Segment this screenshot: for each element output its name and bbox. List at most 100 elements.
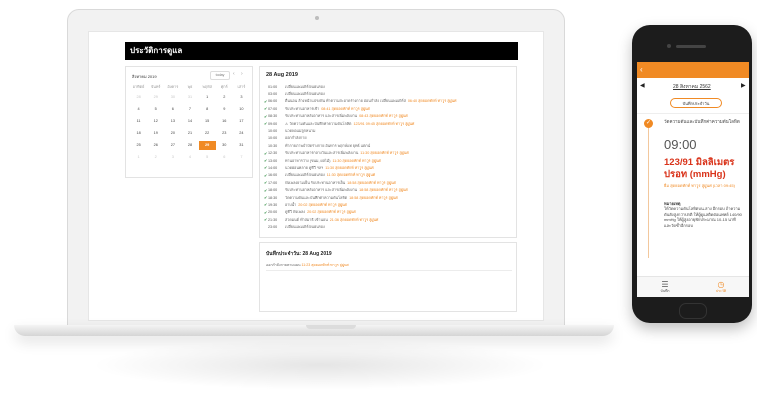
weekday-label: อาทิตย์ xyxy=(132,85,145,89)
timeline-row[interactable]: ✔ 18:00 รับประทานยาหลังอาหาร และสารเพิ่มพล… xyxy=(264,186,514,193)
timeline-time: 18:30 xyxy=(268,195,278,200)
calendar-day[interactable]: 28 xyxy=(181,141,198,150)
calendar-day[interactable]: 20 xyxy=(164,129,181,138)
calendar-day[interactable]: 15 xyxy=(199,117,216,126)
calendar-day[interactable]: 13 xyxy=(164,117,181,126)
calendar-day[interactable]: 7 xyxy=(181,105,198,114)
tab-record[interactable]: ☰ บันทึก xyxy=(645,280,685,294)
calendar-day[interactable]: 7 xyxy=(233,153,250,162)
calendar-day[interactable]: 22 xyxy=(199,129,216,138)
calendar-day[interactable]: 5 xyxy=(199,153,216,162)
calendar-day[interactable]: 6 xyxy=(216,153,233,162)
calendar-day[interactable]: 5 xyxy=(147,105,164,114)
phone-date[interactable]: 28 สิงหาคม 2562 xyxy=(673,83,711,91)
laptop-screen: ประวัติการดูแล สิงหาคม 2019 today ‹ › อา… xyxy=(88,31,544,321)
calendar-day[interactable]: 18 xyxy=(130,129,147,138)
timeline-time: 17:00 xyxy=(268,180,278,185)
timeline-row[interactable]: 03:00 เปลี่ยนแพมเพิร์ส/แผ่นรอง xyxy=(264,90,514,97)
timeline-row[interactable]: ✔ 20:00 ดูทีวี ฟังเพลง 20:02 สุดยอดทักท์ ทา… xyxy=(264,209,514,216)
weekday-label: พฤหัส xyxy=(202,85,212,89)
timeline-row[interactable]: ✔ 21:30 สวดมนต์ ทำสมาธิ เข้านอน 21:36 สุดยอ… xyxy=(264,216,514,223)
calendar-day[interactable]: 4 xyxy=(130,105,147,114)
calendar-day[interactable]: 21 xyxy=(181,129,198,138)
timeline-row[interactable]: ✔ 06:00 ตื่นนอน ล้างหน้าแปรงฟัน ทำความสะอา… xyxy=(264,98,514,105)
speaker-icon xyxy=(676,45,706,48)
timeline-time: 08:30 xyxy=(268,114,278,119)
timeline-row[interactable]: ✔ 07:00 รับประทานอาหารเช้า 08:41 สุดยอดทักท… xyxy=(264,105,514,112)
calendar-day[interactable]: 10 xyxy=(233,105,250,114)
timeline-note: 18:58 สุดยอดทักท์ ทาวูร ลู่ผูุ่นศ xyxy=(347,180,396,185)
calendar-day[interactable]: 17 xyxy=(233,117,250,126)
phone-top-bar: ‹ xyxy=(637,62,749,78)
timeline-row[interactable]: ✔ 16:00 เปลี่ยนแพมเพิร์ส/แผ่นรอง 11:30 สุดย… xyxy=(264,172,514,179)
calendar-day[interactable]: 24 xyxy=(233,129,250,138)
calendar-day[interactable]: 23 xyxy=(216,129,233,138)
back-icon[interactable]: ‹ xyxy=(640,65,643,74)
timeline-time: 13:00 xyxy=(268,158,278,163)
timeline-time: 10:00 xyxy=(268,136,278,141)
weekday-label: เสาร์ xyxy=(237,85,246,89)
timeline-row[interactable]: 10:30 ทำกายภาพบำบัดร่างกาย อันทาร พฤกษ์แท… xyxy=(264,142,514,149)
calendar-day[interactable]: 28 xyxy=(130,93,147,102)
calendar-day[interactable]: 16 xyxy=(216,117,233,126)
timeline-row[interactable]: 01:00 เปลี่ยนแพมเพิร์ส/แผ่นรอง xyxy=(264,83,514,90)
timeline-task: ตื่นนอน ล้างหน้าแปรงฟัน ทำความสะอาดร่างก… xyxy=(285,99,406,104)
calendar-day[interactable]: 4 xyxy=(181,153,198,162)
calendar-day[interactable]: 8 xyxy=(199,105,216,114)
blood-pressure-value: 123/91 มิลลิเมตรปรอท (mmHg) xyxy=(664,157,735,180)
calendar-day[interactable]: 1 xyxy=(130,153,147,162)
calendar-day[interactable]: 31 xyxy=(181,93,198,102)
calendar-day[interactable]: 19 xyxy=(147,129,164,138)
calendar-day[interactable]: 11 xyxy=(130,117,147,126)
calendar-day[interactable]: 27 xyxy=(164,141,181,150)
today-button[interactable]: today xyxy=(210,71,230,80)
calendar-day[interactable]: 6 xyxy=(164,105,181,114)
tab-bar: ☰ บันทึก ◷ ประวัติ xyxy=(637,276,749,297)
timeline-task: วัดความดันและบันทึกค่าความดันโลหิต xyxy=(285,195,348,200)
timeline-time: 16:00 xyxy=(268,173,278,178)
laptop-notch xyxy=(306,325,356,329)
timeline-row[interactable]: ✔ 12:30 รับประทานอาหารกลางวันและสารเพิ่มพล… xyxy=(264,150,514,157)
tab-history[interactable]: ◷ ประวัติ xyxy=(701,280,741,294)
calendar-day[interactable]: 14 xyxy=(181,117,198,126)
timeline-row[interactable]: 10:00 นวดพ่อแม่ลูกหนาม xyxy=(264,127,514,134)
timeline-row[interactable]: ✔ 19:30 อาบน้ำ 20:02 สุดยอดทักท์ ทาวูร ลู่ผ… xyxy=(264,201,514,208)
timeline-row[interactable]: ✔ 09:00 ⚠ วัดความดันและบันทึกค่าความดันโลหิ… xyxy=(264,120,514,127)
calendar-day[interactable]: 25 xyxy=(130,141,147,150)
timeline-row[interactable]: ✔ 13:00 ทานอาหารว่าง (ขนม, ผลไม้) 11:30 สุด… xyxy=(264,157,514,164)
timeline-row[interactable]: 10:00 ออกกำลังกาย xyxy=(264,135,514,142)
calendar-day[interactable]: 3 xyxy=(164,153,181,162)
timeline-row[interactable]: ✔ 18:30 วัดความดันและบันทึกค่าความดันโลหิต… xyxy=(264,194,514,201)
calendar-day[interactable]: 26 xyxy=(147,141,164,150)
timeline-time: 09:00 xyxy=(268,121,278,126)
timeline-task: อาบน้ำ xyxy=(285,202,297,207)
calendar-day[interactable]: 29 xyxy=(147,93,164,102)
calendar-day[interactable]: 1 xyxy=(199,93,216,102)
calendar-day[interactable]: 2 xyxy=(147,153,164,162)
daily-note-title: บันทึกประจำวัน: 28 Aug 2019 xyxy=(266,251,332,257)
timeline-time: 21:30 xyxy=(268,217,278,222)
calendar-day[interactable]: 30 xyxy=(216,141,233,150)
calendar-day[interactable]: 31 xyxy=(233,141,250,150)
calendar-day[interactable]: 9 xyxy=(216,105,233,114)
prev-day-icon[interactable]: ◀ xyxy=(640,82,645,89)
timeline-task: สวดมนต์ ทำสมาธิ เข้านอน xyxy=(285,217,328,222)
calendar: สิงหาคม 2019 today ‹ › อาทิตย์ จันทร์ อังค… xyxy=(125,66,253,178)
timeline-task: ทานอาหารว่าง (ขนม, ผลไม้) xyxy=(285,158,331,163)
calendar-day[interactable]: 29 xyxy=(198,141,216,150)
timeline-row[interactable]: ✔ 08:30 รับประทานยาหลังอาหาร และสารเพิ่มพล… xyxy=(264,113,514,120)
daily-note-button[interactable]: บันทึกประจำวัน xyxy=(670,98,722,108)
chevron-left-icon[interactable]: ‹ xyxy=(233,71,235,78)
timeline-row[interactable]: ✔ 14:00 นวดผ่อนคลาย ดูทีวี ฯลฯ 11:30 สุดยอด… xyxy=(264,164,514,171)
next-day-icon[interactable]: ▶ xyxy=(741,82,746,89)
home-button[interactable] xyxy=(679,303,707,319)
calendar-day[interactable]: 3 xyxy=(233,93,250,102)
calendar-day[interactable]: 30 xyxy=(164,93,181,102)
timeline-row[interactable]: 23:00 เปลี่ยนแพมเพิร์ส/แผ่นรอง xyxy=(264,223,514,230)
timeline-card: 28 Aug 2019 01:00 เปลี่ยนแพมเพิร์ส/แผ่นรอ… xyxy=(259,66,517,238)
timeline-note: 08:41 สุดยอดทักท์ ทาวูร ลู่ผูุ่นศ xyxy=(321,106,370,111)
calendar-day[interactable]: 2 xyxy=(216,93,233,102)
timeline-row[interactable]: ✔ 17:00 ฟังเพลงยามเย็น รับประทานอาหารเย็น 1… xyxy=(264,179,514,186)
calendar-day[interactable]: 12 xyxy=(147,117,164,126)
chevron-right-icon[interactable]: › xyxy=(241,71,243,78)
